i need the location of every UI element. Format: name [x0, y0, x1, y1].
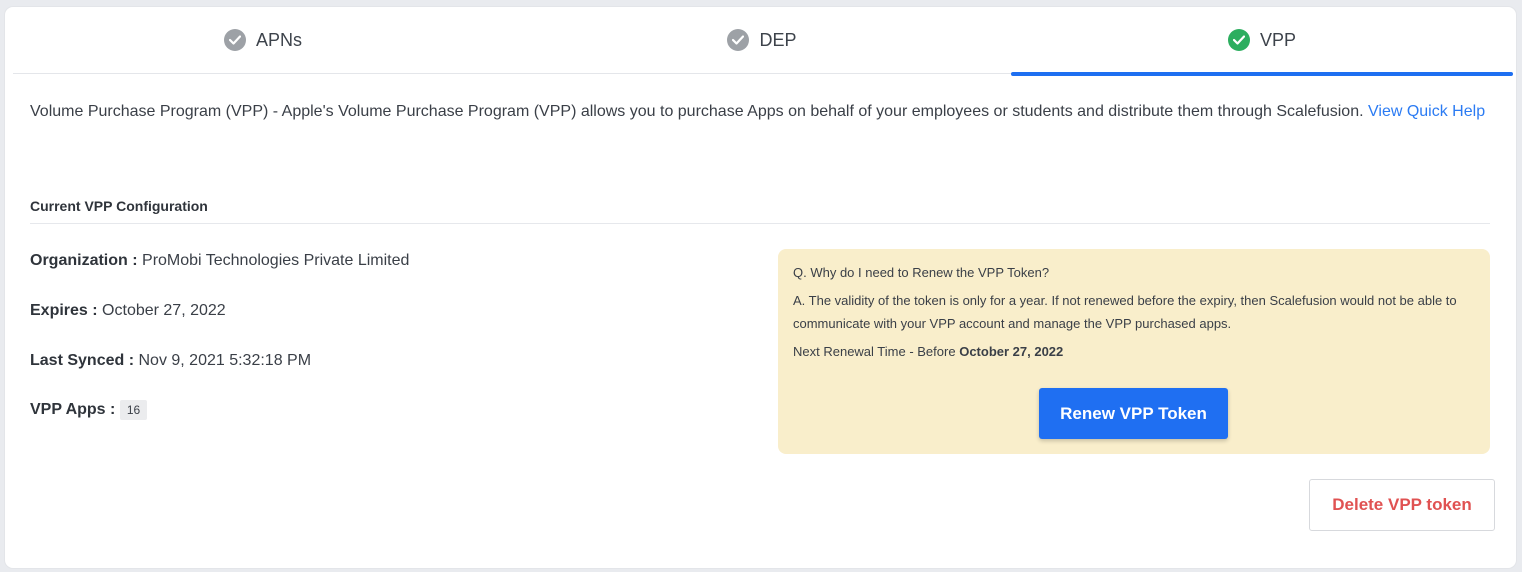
tab-label: APNs [255, 29, 302, 50]
renew-vpp-token-button[interactable]: Renew VPP Token [1039, 388, 1228, 439]
tab-apns[interactable]: APNs [13, 7, 513, 73]
vpp-apps-row: VPP Apps : 16 [30, 400, 148, 420]
vpp-apps-label: VPP Apps : [30, 401, 116, 419]
description-text: Volume Purchase Program (VPP) - Apple's … [30, 103, 1364, 120]
faq-answer: A. The validity of the token is only for… [793, 293, 1457, 331]
renewal-faq-panel: Q. Why do I need to Renew the VPP Token?… [778, 249, 1490, 454]
check-circle-icon [1227, 29, 1250, 51]
tab-vpp[interactable]: VPP [1011, 7, 1513, 76]
last-synced-label: Last Synced : [30, 352, 135, 369]
tab-label: VPP [1259, 29, 1297, 50]
renewal-prefix: Next Renewal Time - Before [793, 344, 956, 359]
check-circle-icon [223, 29, 246, 51]
organization-value: ProMobi Technologies Private Limited [142, 252, 410, 269]
tab-label: DEP [759, 29, 797, 50]
vpp-description: Volume Purchase Program (VPP) - Apple's … [30, 99, 1495, 124]
last-synced-value: Nov 9, 2021 5:32:18 PM [138, 352, 312, 369]
expires-row: Expires : October 27, 2022 [30, 302, 226, 320]
last-synced-row: Last Synced : Nov 9, 2021 5:32:18 PM [30, 352, 311, 370]
vpp-apps-count-badge: 16 [119, 400, 148, 420]
tab-bar: APNs DEP VPP [13, 7, 1513, 76]
view-quick-help-link[interactable]: View Quick Help [1368, 103, 1485, 120]
next-renewal-text: Next Renewal Time - Before October 27, 2… [793, 340, 1478, 363]
expires-label: Expires : [30, 302, 98, 319]
organization-label: Organization : [30, 252, 138, 269]
renewal-date: October 27, 2022 [959, 344, 1064, 359]
delete-vpp-token-button[interactable]: Delete VPP token [1309, 479, 1495, 531]
vpp-settings-card: APNs DEP VPP Volume Purchase Program (VP… [5, 7, 1516, 568]
tab-dep[interactable]: DEP [513, 7, 1011, 73]
check-circle-icon [727, 29, 750, 51]
section-title: Current VPP Configuration [30, 198, 1490, 224]
expires-value: October 27, 2022 [102, 302, 226, 319]
faq-question: Q. Why do I need to Renew the VPP Token? [793, 265, 1050, 280]
organization-row: Organization : ProMobi Technologies Priv… [30, 252, 409, 270]
